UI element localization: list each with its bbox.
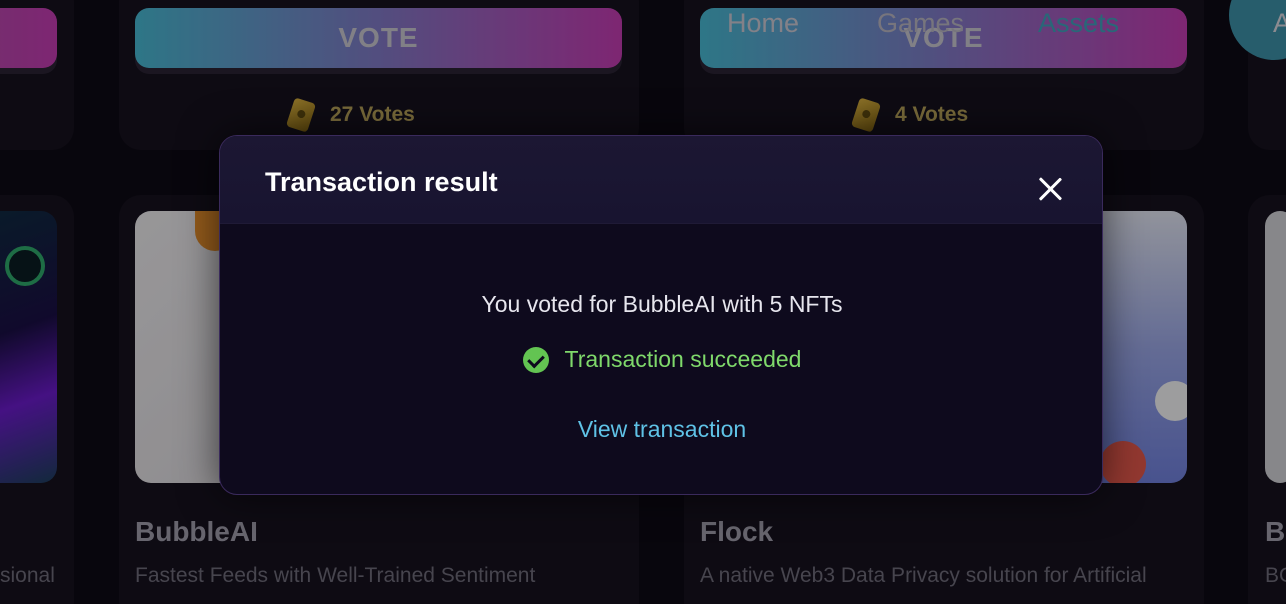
view-transaction-link[interactable]: View transaction bbox=[220, 416, 1102, 443]
modal-header: Transaction result bbox=[220, 136, 1102, 224]
transaction-result-modal: Transaction result You voted for BubbleA… bbox=[219, 135, 1103, 495]
transaction-status-label: Transaction succeeded bbox=[564, 346, 802, 372]
result-message: You voted for BubbleAI with 5 NFTs bbox=[481, 291, 843, 317]
close-icon[interactable] bbox=[1035, 174, 1065, 204]
transaction-status: Transaction succeeded bbox=[220, 346, 1102, 373]
modal-title: Transaction result bbox=[265, 167, 498, 197]
check-circle-icon bbox=[522, 346, 549, 373]
